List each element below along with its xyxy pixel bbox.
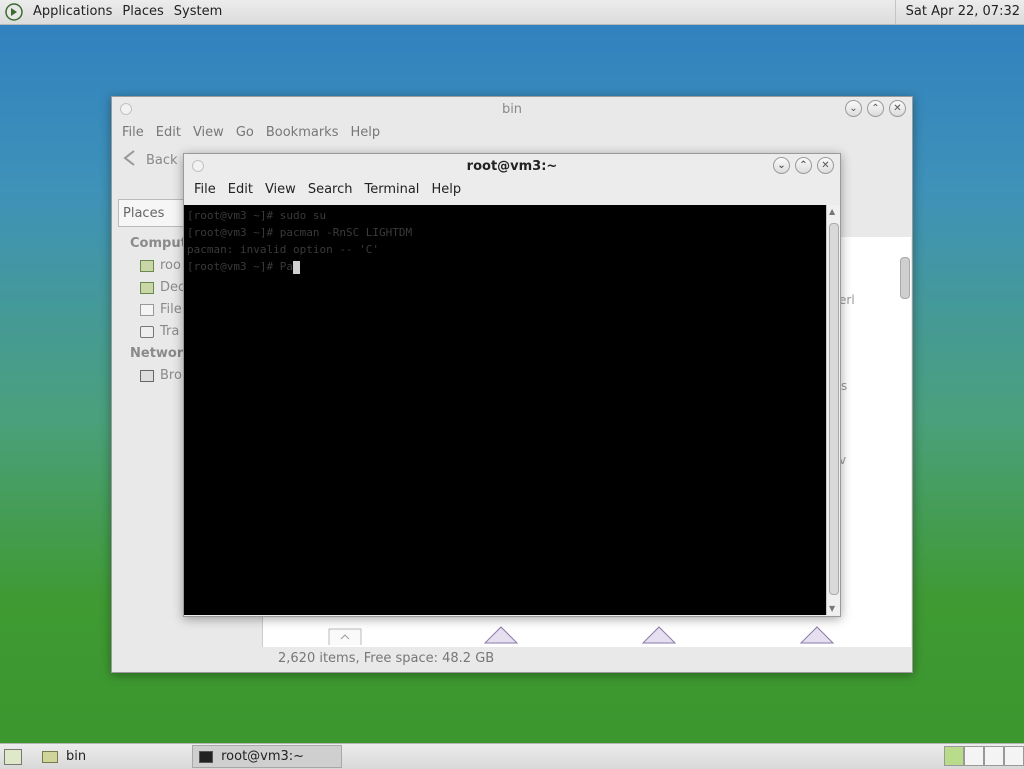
file-label-fragment: erl	[839, 293, 855, 307]
home-folder-icon	[140, 260, 154, 272]
desktop-folder-icon	[140, 282, 154, 294]
menu-terminal[interactable]: Terminal	[358, 182, 425, 197]
terminal-window: root@vm3:~ ⌄ ⌃ ✕ File Edit View Search T…	[183, 153, 841, 617]
file-manager-titlebar[interactable]: bin ⌄ ⌃ ✕	[112, 97, 912, 121]
file-manager-statusbar: 2,620 items, Free space: 48.2 GB	[278, 651, 495, 666]
terminal-prompt-line: [root@vm3 ~]# Pa	[187, 258, 824, 275]
scroll-down-icon[interactable]: ▼	[829, 604, 835, 613]
window-menu-icon[interactable]	[120, 103, 132, 115]
menu-help[interactable]: Help	[344, 125, 386, 140]
places-menu[interactable]: Places	[117, 0, 168, 24]
menu-edit[interactable]: Edit	[150, 125, 187, 140]
window-menu-icon[interactable]	[192, 160, 204, 172]
executable-icon[interactable]	[641, 625, 677, 645]
terminal-current-input: [root@vm3 ~]# Pa	[187, 260, 293, 273]
menu-search[interactable]: Search	[302, 182, 359, 197]
taskbar-item-terminal[interactable]: root@vm3:~	[192, 745, 343, 768]
terminal-menubar: File Edit View Search Terminal Help	[184, 178, 840, 200]
terminal-scrollbar[interactable]: ▲ ▼	[826, 205, 840, 615]
text-cursor	[292, 260, 300, 274]
back-button[interactable]: Back	[120, 147, 178, 173]
folder-icon	[42, 750, 58, 763]
workspace-switcher	[944, 746, 1024, 766]
taskbar-item-label: root@vm3:~	[221, 749, 305, 764]
terminal-line: pacman: invalid option -- 'C'	[187, 243, 380, 256]
system-menu[interactable]: System	[169, 0, 227, 24]
file-manager-title: bin	[501, 101, 523, 117]
menu-view[interactable]: View	[259, 182, 302, 197]
drive-icon	[140, 304, 154, 316]
file-view-scrollbar[interactable]	[899, 243, 910, 643]
trash-icon	[140, 326, 154, 338]
back-label: Back	[146, 152, 178, 168]
back-arrow-icon	[120, 147, 142, 173]
maximize-button[interactable]: ⌃	[867, 100, 884, 117]
bottom-panel: bin root@vm3:~	[0, 743, 1024, 769]
maximize-button[interactable]: ⌃	[795, 157, 812, 174]
terminal-output[interactable]: [root@vm3 ~]# sudo su [root@vm3 ~]# pacm…	[184, 205, 827, 615]
distro-logo-icon[interactable]	[4, 2, 24, 22]
scroll-up-icon[interactable]: ▲	[829, 207, 835, 216]
sidebar-item-label: roo	[160, 258, 181, 273]
taskbar-item-label: bin	[66, 749, 87, 764]
file-manager-menubar: File Edit View Go Bookmarks Help	[112, 121, 912, 143]
executable-icon[interactable]	[483, 625, 519, 645]
terminal-line: [root@vm3 ~]# pacman -RnSC LIGHTDM	[187, 226, 413, 239]
menu-bookmarks[interactable]: Bookmarks	[260, 125, 345, 140]
close-button[interactable]: ✕	[817, 157, 834, 174]
file-label-fragment: s	[841, 379, 848, 393]
terminal-icon	[199, 750, 214, 763]
sidebar-item-label: File	[160, 302, 182, 317]
minimize-button[interactable]: ⌄	[773, 157, 790, 174]
show-desktop-icon[interactable]	[4, 748, 22, 765]
workspace-1[interactable]	[944, 746, 964, 766]
scrollbar-thumb[interactable]	[900, 257, 910, 299]
workspace-4[interactable]	[1004, 746, 1024, 766]
sidebar-item-label: Bro	[160, 368, 182, 383]
menu-edit[interactable]: Edit	[222, 182, 259, 197]
close-button[interactable]: ✕	[889, 100, 906, 117]
file-icon[interactable]	[327, 627, 363, 645]
top-panel: Applications Places System Sat Apr 22, 0…	[0, 0, 1024, 25]
applications-menu[interactable]: Applications	[28, 0, 117, 24]
terminal-line: [root@vm3 ~]# sudo su	[187, 209, 327, 222]
menu-file[interactable]: File	[188, 182, 222, 197]
sidebar-item-label: Tra	[160, 324, 180, 339]
terminal-titlebar[interactable]: root@vm3:~ ⌄ ⌃ ✕	[184, 154, 840, 178]
menu-file[interactable]: File	[116, 125, 150, 140]
menu-help[interactable]: Help	[425, 182, 467, 197]
scrollbar-thumb[interactable]	[829, 223, 839, 595]
sidebar-item-label: Dec	[160, 280, 186, 295]
network-icon	[140, 370, 154, 382]
terminal-title: root@vm3:~	[466, 158, 558, 174]
menu-view[interactable]: View	[187, 125, 230, 140]
workspace-2[interactable]	[964, 746, 984, 766]
minimize-button[interactable]: ⌄	[845, 100, 862, 117]
clock[interactable]: Sat Apr 22, 07:32	[894, 0, 1020, 24]
executable-icon[interactable]	[799, 625, 835, 645]
taskbar-item-bin[interactable]: bin	[36, 745, 92, 768]
menu-go[interactable]: Go	[230, 125, 260, 140]
workspace-3[interactable]	[984, 746, 1004, 766]
